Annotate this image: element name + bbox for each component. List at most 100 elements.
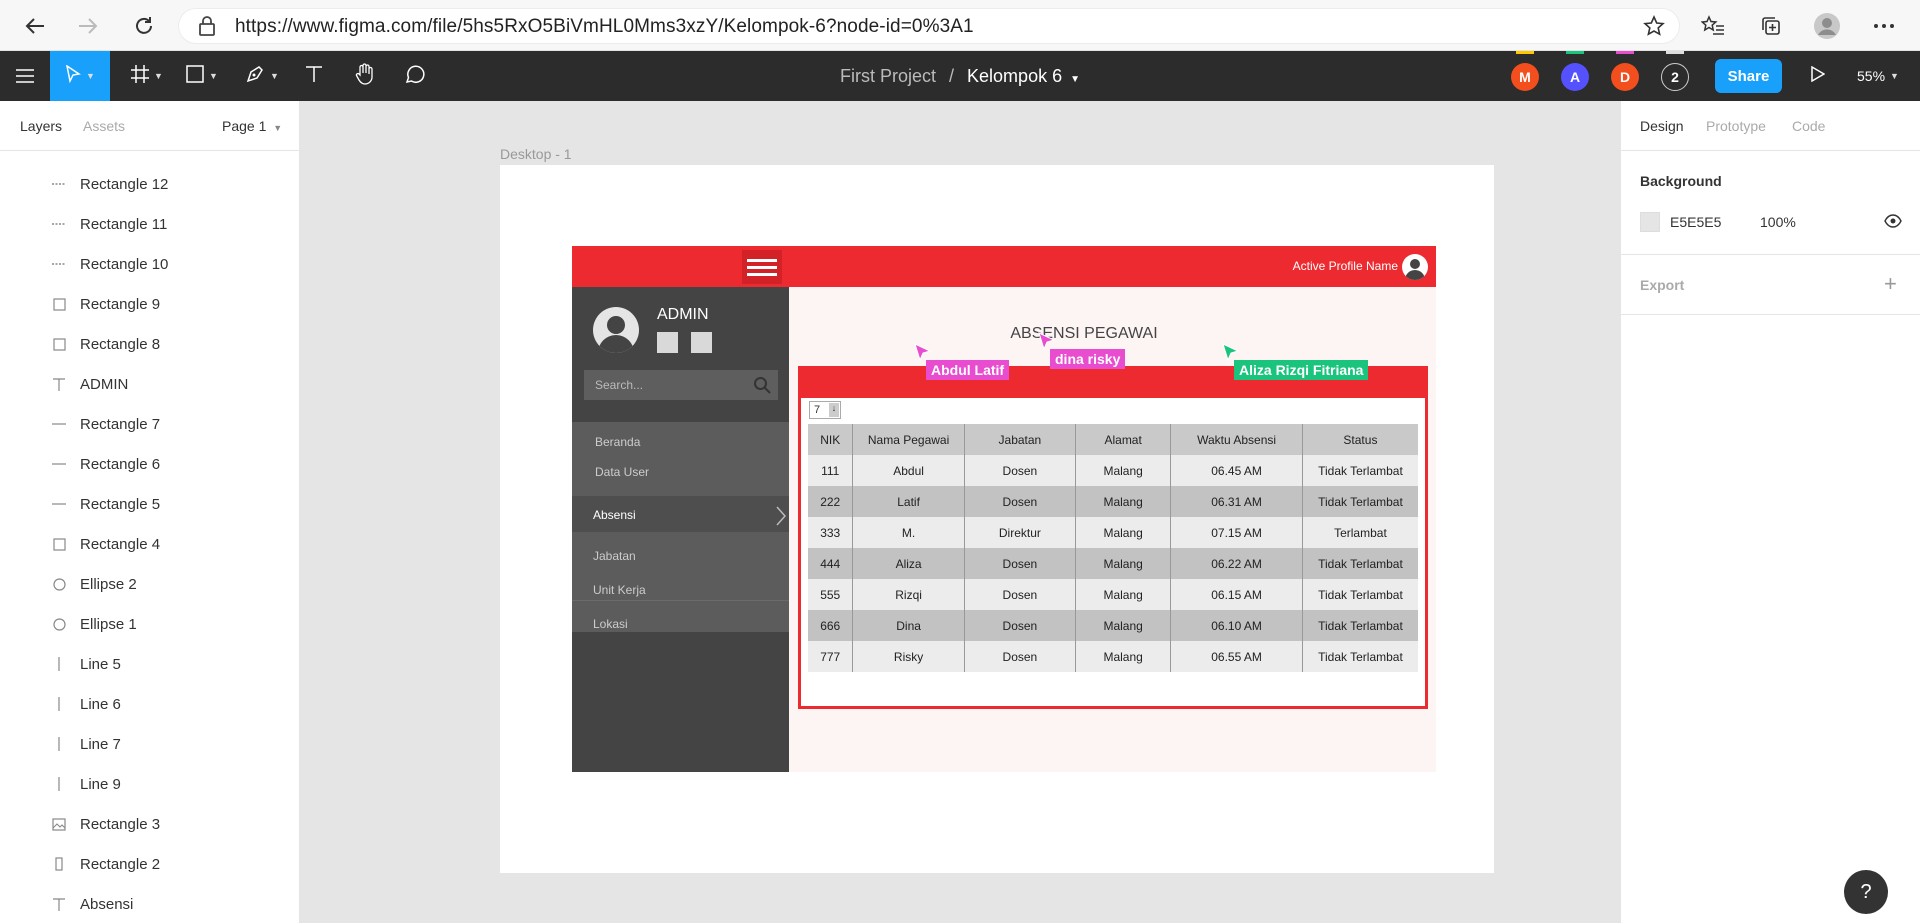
layer-item[interactable]: Rectangle 9 [0, 284, 300, 324]
tab-code[interactable]: Code [1792, 118, 1825, 134]
file-name[interactable]: Kelompok 6 [967, 66, 1062, 86]
breadcrumb-separator: / [949, 66, 955, 86]
menu-item-jabatan[interactable]: Jabatan [593, 549, 636, 563]
menu-item-lokasi[interactable]: Lokasi [593, 617, 628, 631]
background-hex-input[interactable]: E5E5E5 [1670, 214, 1721, 230]
share-button[interactable]: Share [1715, 59, 1782, 93]
profile-icon[interactable] [1811, 10, 1843, 42]
tall-rectangle-icon [52, 857, 66, 871]
canvas[interactable]: Desktop - 1 Active Profile Name ADMIN Se… [300, 101, 1620, 923]
pen-icon [245, 64, 265, 89]
hand-tool[interactable] [345, 51, 385, 101]
background-color-swatch[interactable] [1640, 212, 1660, 232]
layer-item[interactable]: Line 5 [0, 644, 300, 684]
menu-item-beranda[interactable]: Beranda [595, 435, 640, 449]
layer-item[interactable]: Rectangle 3 [0, 804, 300, 844]
cursor-abdul-latif: Abdul Latif [914, 343, 1010, 380]
table-cell: Dosen [964, 486, 1077, 517]
menu-item-unit-kerja[interactable]: Unit Kerja [593, 583, 646, 597]
table-cell: Dosen [964, 548, 1077, 579]
layer-item[interactable]: Ellipse 1 [0, 604, 300, 644]
export-label: Export [1640, 277, 1685, 293]
layer-item[interactable]: Line 9 [0, 764, 300, 804]
comment-tool[interactable] [395, 51, 435, 101]
chevron-down-icon[interactable]: ▼ [1070, 74, 1080, 85]
design-app-mockup[interactable]: Active Profile Name ADMIN Search... Bera… [572, 246, 1436, 772]
layer-item[interactable]: Ellipse 2 [0, 564, 300, 604]
help-button[interactable]: ? [1844, 870, 1888, 914]
tab-assets[interactable]: Assets [83, 118, 125, 134]
favorite-star-icon[interactable] [1638, 10, 1670, 42]
chevron-down-icon: ▼ [273, 123, 283, 133]
table-row: 333 M. Direktur Malang 07.15 AM Terlambat [808, 517, 1418, 548]
collaborator-avatar-m[interactable]: M [1511, 63, 1539, 91]
frame-tool[interactable]: ▼ [122, 51, 172, 101]
menu-item-absensi[interactable]: Absensi [593, 508, 636, 522]
collaborator-overflow-count[interactable]: 2 [1661, 63, 1689, 91]
address-bar[interactable]: https://www.figma.com/file/5hs5RxO5BiVmH… [178, 8, 1680, 44]
chevron-right-icon [776, 506, 787, 531]
table-row: 222 Latif Dosen Malang 06.31 AM Tidak Terlamb… [808, 486, 1418, 517]
shape-tool[interactable]: ▼ [177, 51, 227, 101]
zoom-dropdown[interactable]: 55% ▼ [1846, 51, 1910, 101]
layer-name: Rectangle 8 [80, 335, 161, 353]
forward-icon[interactable] [72, 10, 104, 42]
background-opacity-input[interactable]: 100% [1760, 214, 1796, 230]
layer-item[interactable]: Rectangle 10 [0, 244, 300, 284]
layer-item[interactable]: Rectangle 6 [0, 444, 300, 484]
table-row: 777 Risky Dosen Malang 06.55 AM Tidak Terlamb… [808, 641, 1418, 672]
layer-item[interactable]: Rectangle 11 [0, 204, 300, 244]
move-tool[interactable]: ▼ [50, 51, 110, 101]
page-size-select[interactable]: 7 ↓ [809, 401, 841, 419]
main-menu-icon[interactable] [0, 51, 50, 101]
cursor-label: Aliza Rizqi Fitriana [1234, 360, 1369, 380]
layer-item[interactable]: Rectangle 8 [0, 324, 300, 364]
pen-tool[interactable]: ▼ [237, 51, 287, 101]
table-cell: 06.31 AM [1170, 486, 1303, 517]
tab-prototype[interactable]: Prototype [1706, 118, 1766, 134]
column-header: NIK [808, 424, 854, 455]
layer-item[interactable]: Line 7 [0, 724, 300, 764]
present-button[interactable] [1800, 51, 1836, 101]
menu-item-data-user[interactable]: Data User [595, 465, 649, 479]
tab-design[interactable]: Design [1640, 118, 1684, 134]
layer-item[interactable]: Line 6 [0, 684, 300, 724]
layer-item[interactable]: Rectangle 2 [0, 844, 300, 884]
collaborator-avatar-d[interactable]: D [1611, 63, 1639, 91]
sidebar-search-input[interactable]: Search... [584, 370, 778, 400]
project-name[interactable]: First Project [840, 66, 936, 86]
lock-icon [199, 16, 215, 41]
table-cell: Aliza [852, 548, 965, 579]
layer-item[interactable]: Absensi [0, 884, 300, 923]
line-icon [52, 502, 66, 506]
layer-item[interactable]: Rectangle 7 [0, 404, 300, 444]
table-cell: 06.15 AM [1170, 579, 1303, 610]
layer-name: Line 9 [80, 775, 121, 793]
desktop-frame[interactable]: Active Profile Name ADMIN Search... Bera… [500, 165, 1494, 873]
back-icon[interactable] [19, 10, 51, 42]
page-selector[interactable]: Page 1 ▼ [222, 118, 282, 134]
collections-icon[interactable] [1755, 10, 1787, 42]
profile-avatar-icon[interactable] [1402, 254, 1428, 280]
hamburger-menu-icon[interactable] [742, 250, 782, 284]
more-menu-icon[interactable] [1868, 10, 1900, 42]
text-tool[interactable] [294, 51, 334, 101]
text-icon [305, 65, 323, 88]
frame-label[interactable]: Desktop - 1 [500, 146, 572, 162]
dash-icon [52, 222, 66, 226]
collaborator-avatar-a[interactable]: A [1561, 63, 1589, 91]
tab-layers[interactable]: Layers [20, 118, 62, 134]
eye-icon[interactable] [1884, 214, 1902, 233]
column-header: Nama Pegawai [852, 424, 965, 455]
layer-name: Rectangle 6 [80, 455, 161, 473]
ellipse-icon [52, 617, 66, 631]
layer-item[interactable]: Rectangle 12 [0, 164, 300, 204]
layer-item[interactable]: Rectangle 5 [0, 484, 300, 524]
layer-item[interactable]: Rectangle 4 [0, 524, 300, 564]
favorites-list-icon[interactable] [1697, 10, 1729, 42]
reload-icon[interactable] [128, 10, 160, 42]
add-export-plus-icon[interactable]: + [1884, 271, 1897, 297]
layer-item[interactable]: ADMIN [0, 364, 300, 404]
collaborator-initial: A [1569, 69, 1581, 85]
zoom-level: 55% [1857, 68, 1886, 84]
